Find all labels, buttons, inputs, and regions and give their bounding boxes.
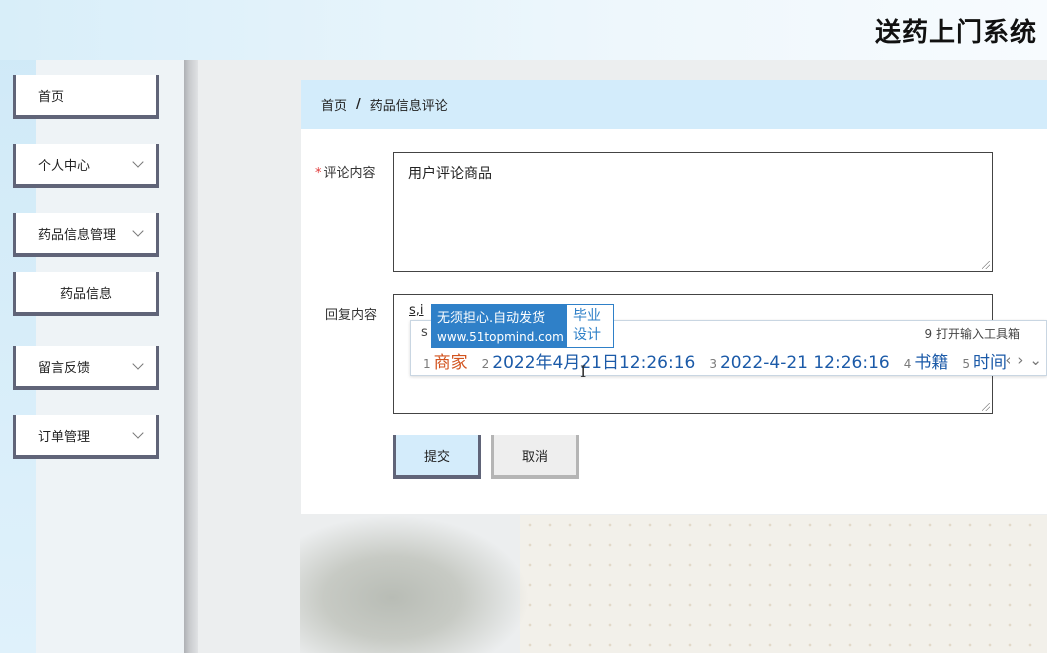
submit-button[interactable]: 提交 [393, 435, 481, 479]
resize-handle[interactable] [982, 403, 990, 411]
comment-label: * 评论内容 [315, 162, 376, 181]
breadcrumb-current: 药品信息评论 [369, 99, 448, 114]
chevron-down-icon [132, 225, 144, 237]
cancel-button[interactable]: 取消 [491, 435, 579, 479]
chevron-down-icon [132, 156, 144, 168]
sidebar-item-label: 留言反馈 [38, 360, 91, 376]
candidate-number: 5 [962, 357, 970, 371]
sidebar-divider [184, 60, 198, 653]
ime-candidate[interactable]: 4 书籍 [904, 348, 949, 373]
breadcrumb: 首页 / 药品信息评论 [301, 80, 1047, 129]
decorative-dot-pattern [520, 515, 1047, 653]
ad-right-line2: 设计 [573, 327, 601, 343]
sidebar-item-label: 订单管理 [38, 429, 91, 445]
ime-candidate-list: 1 商家 2 2022年4月21日12:26:16 3 2022-4-21 12:26… [423, 348, 1007, 373]
sidebar-item-label: 个人中心 [38, 158, 91, 174]
sidebar-item-personal-center[interactable]: 个人中心 [13, 144, 159, 188]
chevron-right-icon[interactable]: › [1017, 351, 1023, 369]
ad-slogan: 无须担心.自动发货 [437, 311, 546, 326]
ime-ad-banner[interactable]: 无须担心.自动发货 www.51topmind.com 毕业 设计 [431, 304, 614, 348]
sidebar-item-orders[interactable]: 订单管理 [13, 415, 159, 459]
ime-composition: s [421, 325, 428, 340]
chevron-down-icon[interactable]: ⌄ [1029, 351, 1042, 369]
chevron-left-icon[interactable]: ‹ [1005, 351, 1011, 369]
decorative-leaf-image [300, 515, 530, 653]
ad-left: 无须担心.自动发货 www.51topmind.com [432, 305, 567, 347]
sidebar: 首页 个人中心 药品信息管理 药品信息 留言反馈 订单管理 [0, 60, 184, 653]
ime-candidate[interactable]: 3 2022-4-21 12:26:16 [709, 353, 889, 373]
sidebar-item-label: 药品信息管理 [38, 227, 117, 243]
sidebar-item-label: 首页 [38, 89, 65, 105]
text-cursor-icon: I [580, 362, 587, 381]
candidate-number: 4 [903, 357, 912, 371]
ime-nav: ‹ › ⌄ [999, 351, 1042, 369]
top-header: 送药上门系统 [0, 0, 1047, 60]
resize-handle[interactable] [982, 261, 990, 269]
app-title: 送药上门系统 [874, 18, 1037, 48]
chevron-down-icon [132, 427, 144, 439]
ime-toolbox-link[interactable]: 9 打开输入工具箱 [925, 325, 1020, 342]
comment-textarea[interactable]: 用户评论商品 [393, 152, 993, 272]
sidebar-item-label: 药品信息 [59, 286, 112, 302]
ime-candidate[interactable]: 2 2022年4月21日12:26:16 [482, 348, 696, 373]
sidebar-item-home[interactable]: 首页 [13, 75, 159, 119]
candidate-text: 2022-4-21 12:26:16 [719, 353, 890, 373]
required-mark: * [315, 166, 322, 181]
breadcrumb-separator: / [356, 97, 361, 112]
candidate-text: 书籍 [914, 353, 949, 373]
ad-right-line1: 毕业 [573, 308, 601, 324]
comment-label-text: 评论内容 [323, 166, 376, 181]
candidate-text: 商家 [433, 353, 468, 373]
candidate-number: 2 [481, 357, 490, 371]
comment-value: 用户评论商品 [408, 166, 492, 182]
reply-typed-text: s,i [409, 303, 424, 318]
sidebar-item-feedback[interactable]: 留言反馈 [13, 346, 159, 390]
sidebar-subitem-drug-info[interactable]: 药品信息 [13, 272, 159, 316]
ad-right: 毕业 设计 [567, 305, 613, 347]
ime-candidate[interactable]: 1 商家 [423, 348, 468, 373]
candidate-number: 3 [709, 357, 717, 371]
candidate-number: 1 [423, 357, 431, 371]
breadcrumb-home[interactable]: 首页 [321, 95, 347, 114]
ad-url: www.51topmind.com [437, 330, 564, 344]
chevron-down-icon [132, 358, 144, 370]
candidate-text: 2022年4月21日12:26:16 [492, 353, 696, 373]
sidebar-item-drug-management[interactable]: 药品信息管理 [13, 213, 159, 257]
reply-label: 回复内容 [325, 308, 378, 323]
